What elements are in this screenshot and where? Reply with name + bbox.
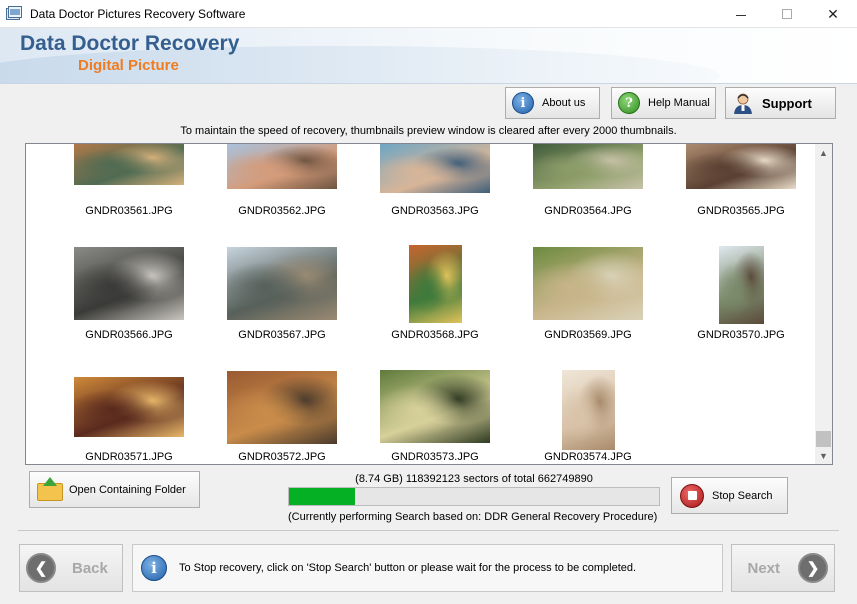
minimize-icon	[736, 14, 746, 16]
thumbnail-filename: GNDR03572.JPG	[238, 451, 326, 463]
maximize-icon	[782, 9, 792, 19]
progress-bar	[288, 487, 660, 506]
next-button[interactable]: Next ❯	[731, 544, 835, 592]
folder-icon	[37, 476, 63, 501]
support-label: Support	[762, 95, 812, 111]
thumbnail-filename: GNDR03574.JPG	[544, 451, 632, 463]
header-banner: Data Doctor Recovery Digital Picture	[0, 28, 857, 84]
thumbnail-image[interactable]	[227, 371, 337, 444]
open-containing-folder-button[interactable]: Open Containing Folder	[29, 471, 200, 508]
brand-subtitle: Digital Picture	[78, 57, 179, 74]
thumbnail-filename: GNDR03571.JPG	[85, 451, 173, 463]
back-button[interactable]: ❮ Back	[19, 544, 123, 592]
thumbnail-item[interactable]: GNDR03574.JPG	[513, 144, 663, 463]
thumbnail-filename: GNDR03573.JPG	[391, 451, 479, 463]
open-folder-label: Open Containing Folder	[69, 483, 186, 496]
chevron-left-icon: ❮	[26, 553, 56, 583]
close-icon: ✕	[827, 5, 839, 22]
maximize-button[interactable]	[764, 0, 810, 28]
support-agent-icon	[734, 93, 752, 114]
scroll-thumb[interactable]	[816, 431, 831, 447]
about-us-button[interactable]: i About us	[505, 87, 600, 119]
progress-fill	[289, 488, 356, 505]
about-us-label: About us	[542, 97, 586, 109]
thumbnail-item[interactable]: GNDR03573.JPG	[360, 144, 510, 463]
thumbnail-panel[interactable]: GNDR03561.JPG GNDR03562.JPG GNDR03563.JPG G…	[25, 143, 833, 465]
close-button[interactable]: ✕	[810, 0, 856, 28]
thumbnail-filename: GNDR03570.JPG	[697, 329, 785, 341]
thumbnail-image[interactable]	[718, 246, 764, 324]
minimize-button[interactable]	[718, 0, 764, 28]
app-icon	[6, 6, 22, 20]
help-icon: ?	[618, 92, 640, 114]
info-icon: i	[141, 555, 167, 581]
title-bar: Data Doctor Pictures Recovery Software ✕	[0, 0, 857, 28]
thumbnail-image[interactable]	[561, 370, 615, 450]
info-bar: i To Stop recovery, click on 'Stop Searc…	[132, 544, 723, 592]
stop-icon	[680, 483, 704, 508]
stop-search-label: Stop Search	[712, 489, 773, 502]
scroll-down-button[interactable]: ▼	[815, 447, 832, 464]
divider	[18, 530, 839, 531]
procedure-status: (Currently performing Search based on: D…	[288, 511, 658, 523]
window-title: Data Doctor Pictures Recovery Software	[30, 7, 246, 21]
support-button[interactable]: Support	[725, 87, 836, 119]
sector-status: (8.74 GB) 118392123 sectors of total 662…	[355, 473, 593, 485]
thumbnail-item[interactable]: GNDR03571.JPG	[54, 144, 204, 463]
help-manual-label: Help Manual	[648, 97, 710, 109]
brand-title: Data Doctor Recovery	[20, 32, 240, 55]
thumbnail-notice: To maintain the speed of recovery, thumb…	[180, 125, 677, 137]
next-label: Next	[747, 559, 780, 577]
thumbnail-item[interactable]: GNDR03572.JPG	[207, 144, 357, 463]
info-icon: i	[512, 92, 534, 114]
help-manual-button[interactable]: ? Help Manual	[611, 87, 716, 119]
thumbnail-image[interactable]	[380, 370, 490, 443]
stop-search-button[interactable]: Stop Search	[671, 477, 788, 514]
thumbnail-item[interactable]: GNDR03570.JPG	[666, 144, 816, 341]
thumbnail-image[interactable]	[74, 377, 184, 437]
chevron-right-icon: ❯	[798, 553, 828, 583]
back-label: Back	[72, 559, 108, 577]
vertical-scrollbar[interactable]: ▲ ▼	[815, 144, 832, 464]
info-message: To Stop recovery, click on 'Stop Search'…	[179, 562, 637, 574]
scroll-up-button[interactable]: ▲	[815, 144, 832, 161]
